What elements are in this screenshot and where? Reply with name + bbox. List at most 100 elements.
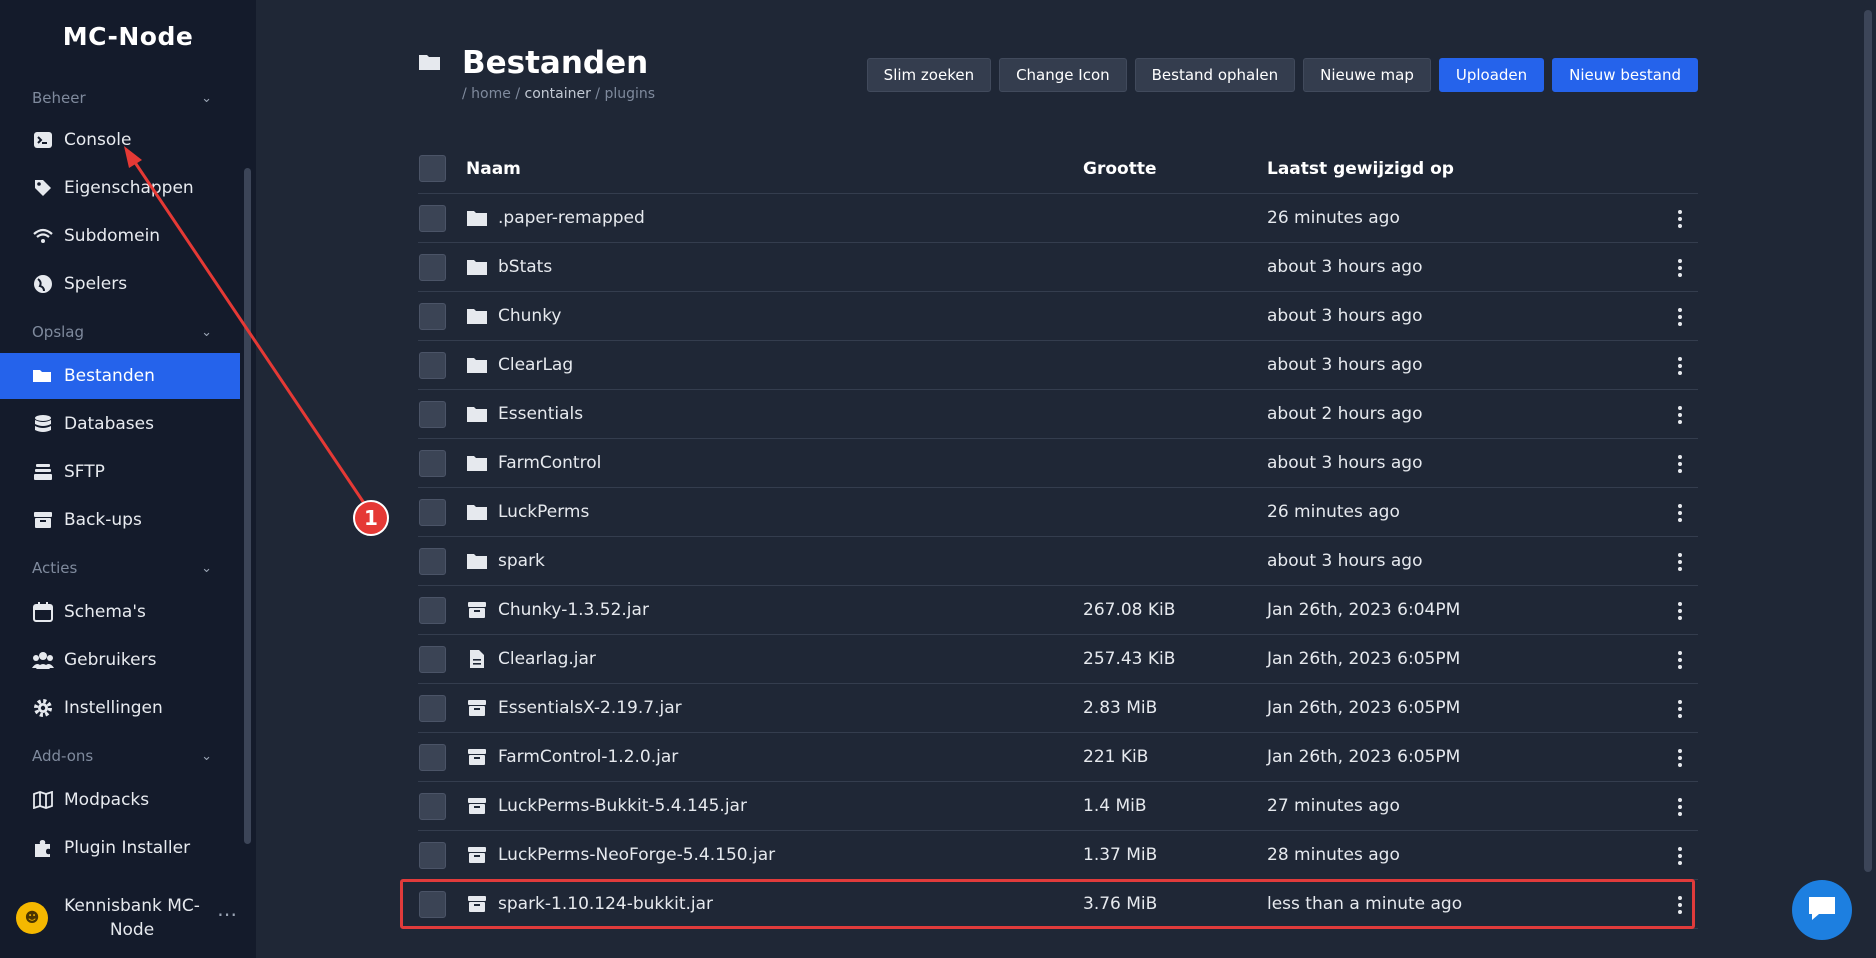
- sidebar-item-bestanden[interactable]: Bestanden: [0, 353, 240, 399]
- table-row-file[interactable]: FarmControl-1.2.0.jar 221 KiB Jan 26th, 20…: [418, 733, 1698, 782]
- section-opslag[interactable]: Opslag ⌄: [32, 323, 212, 341]
- sidebar-item-spelers[interactable]: Spelers: [0, 261, 240, 307]
- table-row-folder[interactable]: bStats about 3 hours ago: [418, 243, 1698, 292]
- row-checkbox[interactable]: [419, 841, 446, 869]
- table-row-folder[interactable]: FarmControl about 3 hours ago: [418, 439, 1698, 488]
- more-vertical-icon[interactable]: [1672, 796, 1688, 818]
- more-vertical-icon[interactable]: [1672, 502, 1688, 524]
- more-vertical-icon[interactable]: [1672, 404, 1688, 426]
- table-row-file[interactable]: Chunky-1.3.52.jar 267.08 KiB Jan 26th, 202…: [418, 586, 1698, 635]
- upload-button[interactable]: Uploaden: [1438, 58, 1545, 92]
- sidebar-item-subdomein[interactable]: Subdomein: [0, 213, 240, 259]
- row-checkbox[interactable]: [419, 449, 446, 477]
- file-name-cell[interactable]: LuckPerms: [466, 501, 589, 523]
- table-row-file[interactable]: LuckPerms-Bukkit-5.4.145.jar 1.4 MiB 27 mi…: [418, 782, 1698, 831]
- section-beheer[interactable]: Beheer ⌄: [32, 89, 212, 107]
- row-checkbox[interactable]: [419, 694, 446, 722]
- section-acties[interactable]: Acties ⌄: [32, 559, 212, 577]
- file-name-cell[interactable]: FarmControl: [466, 452, 601, 474]
- more-vertical-icon[interactable]: [1672, 355, 1688, 377]
- more-vertical-icon[interactable]: [1672, 551, 1688, 573]
- globe-icon: [32, 273, 54, 295]
- table-row-folder[interactable]: Chunky about 3 hours ago: [418, 292, 1698, 341]
- more-horizontal-icon[interactable]: ⋯: [217, 902, 237, 926]
- smart-search-button[interactable]: Slim zoeken: [866, 58, 992, 92]
- breadcrumb-container[interactable]: container: [525, 86, 591, 102]
- sidebar-item-eigenschappen[interactable]: Eigenschappen: [0, 165, 240, 211]
- table-row-folder[interactable]: LuckPerms 26 minutes ago: [418, 488, 1698, 537]
- more-vertical-icon[interactable]: [1672, 453, 1688, 475]
- file-name: FarmControl: [498, 453, 602, 473]
- sidebar-item-label: Subdomein: [64, 226, 161, 246]
- sidebar-item-plugin-installer[interactable]: Plugin Installer: [0, 825, 240, 871]
- file-name-cell[interactable]: Chunky: [466, 305, 562, 327]
- table-row-folder[interactable]: ClearLag about 3 hours ago: [418, 341, 1698, 390]
- sidebar-item-modpacks[interactable]: Modpacks: [0, 777, 240, 823]
- sidebar-item-sftp[interactable]: SFTP: [0, 449, 240, 495]
- sidebar-item-databases[interactable]: Databases: [0, 401, 240, 447]
- file-name: spark: [498, 551, 545, 571]
- row-checkbox[interactable]: [419, 253, 446, 281]
- breadcrumb-home[interactable]: home: [471, 86, 511, 102]
- row-checkbox[interactable]: [419, 792, 446, 820]
- sidebar-item-back-ups[interactable]: Back-ups: [0, 497, 240, 543]
- sidebar-scrollbar[interactable]: [244, 168, 251, 844]
- file-name-cell[interactable]: Clearlag.jar: [466, 648, 596, 670]
- table-row-file[interactable]: LuckPerms-NeoForge-5.4.150.jar 1.37 MiB 28…: [418, 831, 1698, 880]
- chat-button[interactable]: [1792, 880, 1852, 940]
- sidebar-item-console[interactable]: Console: [0, 117, 240, 163]
- sidebar-item-label: Databases: [64, 414, 154, 434]
- user-panel[interactable]: ☻ Kennisbank MC-Node ⋯: [0, 890, 256, 950]
- row-checkbox[interactable]: [419, 645, 446, 673]
- table-row-folder[interactable]: spark about 3 hours ago: [418, 537, 1698, 586]
- column-modified[interactable]: Laatst gewijzigd op: [1267, 159, 1454, 179]
- column-size[interactable]: Grootte: [1083, 159, 1156, 179]
- file-size: 2.83 MiB: [1083, 698, 1158, 718]
- row-checkbox[interactable]: [419, 743, 446, 771]
- file-name-cell[interactable]: .paper-remapped: [466, 207, 645, 229]
- sidebar-item-schemas[interactable]: Schema's: [0, 589, 240, 635]
- row-checkbox[interactable]: [419, 351, 446, 379]
- file-name-cell[interactable]: ClearLag: [466, 354, 573, 376]
- page-scrollbar[interactable]: [1864, 10, 1872, 872]
- table-row-folder[interactable]: .paper-remapped 26 minutes ago: [418, 194, 1698, 243]
- new-file-button[interactable]: Nieuw bestand: [1552, 58, 1698, 92]
- avatar[interactable]: ☻: [16, 902, 48, 934]
- file-name-cell[interactable]: Essentials: [466, 403, 583, 425]
- archive-icon: [466, 844, 488, 866]
- more-vertical-icon[interactable]: [1672, 257, 1688, 279]
- file-name-cell[interactable]: LuckPerms-NeoForge-5.4.150.jar: [466, 844, 775, 866]
- column-name[interactable]: Naam: [466, 159, 521, 179]
- file-name-cell[interactable]: FarmControl-1.2.0.jar: [466, 746, 678, 768]
- select-all-checkbox[interactable]: [419, 155, 446, 182]
- brand-title[interactable]: MC-Node: [0, 22, 256, 51]
- table-row-folder[interactable]: Essentials about 2 hours ago: [418, 390, 1698, 439]
- change-icon-button[interactable]: Change Icon: [999, 58, 1127, 92]
- row-checkbox[interactable]: [419, 498, 446, 526]
- table-row-file[interactable]: EssentialsX-2.19.7.jar 2.83 MiB Jan 26th, …: [418, 684, 1698, 733]
- more-vertical-icon[interactable]: [1672, 306, 1688, 328]
- file-name-cell[interactable]: spark: [466, 550, 545, 572]
- more-vertical-icon[interactable]: [1672, 649, 1688, 671]
- row-checkbox[interactable]: [419, 547, 446, 575]
- fetch-file-button[interactable]: Bestand ophalen: [1134, 58, 1296, 92]
- more-vertical-icon[interactable]: [1672, 600, 1688, 622]
- file-name-cell[interactable]: Chunky-1.3.52.jar: [466, 599, 649, 621]
- file-name-cell[interactable]: EssentialsX-2.19.7.jar: [466, 697, 682, 719]
- file-name-cell[interactable]: bStats: [466, 256, 552, 278]
- more-vertical-icon[interactable]: [1672, 208, 1688, 230]
- row-checkbox[interactable]: [419, 400, 446, 428]
- more-vertical-icon[interactable]: [1672, 845, 1688, 867]
- file-name-cell[interactable]: LuckPerms-Bukkit-5.4.145.jar: [466, 795, 747, 817]
- row-checkbox[interactable]: [419, 302, 446, 330]
- more-vertical-icon[interactable]: [1672, 698, 1688, 720]
- row-checkbox[interactable]: [419, 204, 446, 232]
- table-row-file[interactable]: Clearlag.jar 257.43 KiB Jan 26th, 2023 6:0…: [418, 635, 1698, 684]
- sidebar-item-instellingen[interactable]: Instellingen: [0, 685, 240, 731]
- section-add-ons[interactable]: Add-ons ⌄: [32, 747, 212, 765]
- more-vertical-icon[interactable]: [1672, 747, 1688, 769]
- sidebar-item-gebruikers[interactable]: Gebruikers: [0, 637, 240, 683]
- new-folder-button[interactable]: Nieuwe map: [1303, 58, 1431, 92]
- row-checkbox[interactable]: [419, 596, 446, 624]
- file-size: 221 KiB: [1083, 747, 1149, 767]
